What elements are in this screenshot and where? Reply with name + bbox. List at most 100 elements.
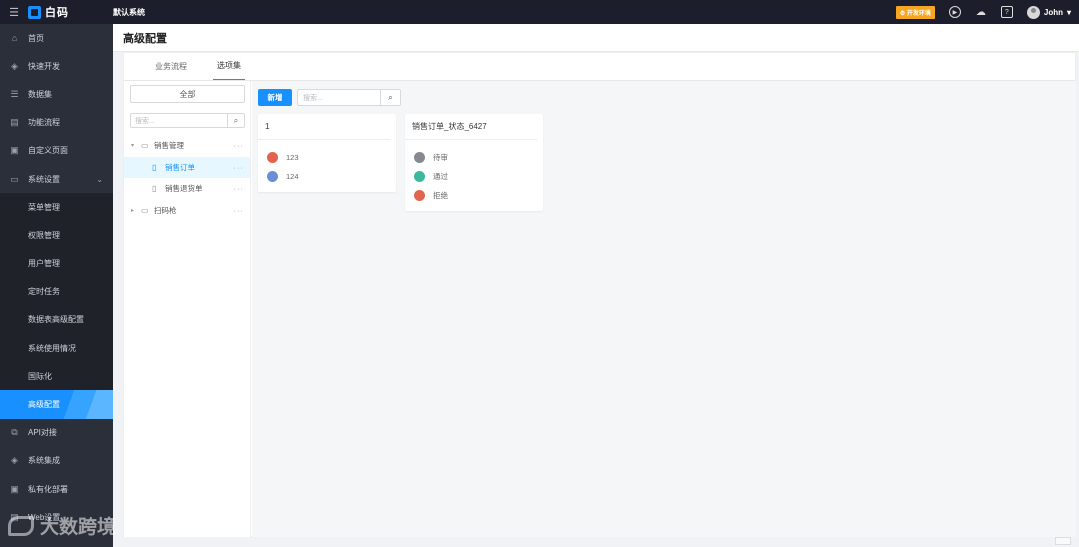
sidebar-item-label: 系统设置 bbox=[28, 174, 60, 184]
option-search: 搜索... ⌕ bbox=[297, 89, 401, 106]
option-search-input[interactable]: 搜索... bbox=[298, 93, 380, 103]
cloud-icon[interactable]: ☁ bbox=[975, 6, 987, 18]
integration-icon: ◈ bbox=[11, 455, 18, 466]
option-set-title: 销售订单_状态_6427 bbox=[405, 114, 537, 140]
menu-toggle-icon[interactable]: ☰ bbox=[0, 0, 28, 24]
color-dot bbox=[267, 152, 278, 163]
color-dot bbox=[267, 171, 278, 182]
sidebar-item-flow[interactable]: ▤ 功能流程 bbox=[0, 109, 113, 137]
option-item: 123 bbox=[267, 148, 396, 167]
sidebar-item-custom-page[interactable]: ▣ 自定义页面 bbox=[0, 137, 113, 165]
tab-bar: 业务流程 选项集 bbox=[124, 53, 1075, 81]
search-icon[interactable]: ⌕ bbox=[227, 114, 244, 127]
more-icon[interactable]: ··· bbox=[234, 163, 245, 172]
play-icon[interactable]: ▶ bbox=[948, 6, 961, 18]
file-icon: ▯ bbox=[152, 162, 157, 172]
home-icon: ⌂ bbox=[11, 33, 18, 44]
content-panel: 业务流程 选项集 全部 搜索... ⌕ ▾ ▭ 销售管理 ··· ▯ 销售订单 bbox=[123, 52, 1076, 537]
sidebar-item-label: 数据集 bbox=[28, 89, 52, 99]
logo-text: 白码 bbox=[45, 7, 69, 19]
add-button[interactable]: 新增 bbox=[258, 89, 292, 106]
sidebar-item-integration[interactable]: ◈ 系统集成 bbox=[0, 447, 113, 475]
folder-icon: ▭ bbox=[141, 205, 149, 215]
caret-right-icon[interactable]: ▸ bbox=[131, 207, 141, 214]
sidebar-item-label: 私有化部署 bbox=[28, 484, 68, 494]
folder-icon: ▭ bbox=[141, 141, 149, 151]
tab-business-flow[interactable]: 业务流程 bbox=[151, 52, 191, 80]
category-panel: 全部 搜索... ⌕ ▾ ▭ 销售管理 ··· ▯ 销售订单 ··· ▯ 销售退… bbox=[124, 81, 251, 537]
option-item: 拒绝 bbox=[414, 186, 543, 205]
sidebar-subitem-cron[interactable]: 定时任务 bbox=[0, 277, 113, 306]
app-name[interactable]: 默认系统 bbox=[113, 7, 145, 18]
sidebar-item-label: 系统集成 bbox=[28, 456, 60, 466]
main-area: 高级配置 业务流程 选项集 全部 搜索... ⌕ ▾ ▭ 销售管理 ··· ▯ … bbox=[113, 24, 1079, 547]
sidebar-subitem-usage[interactable]: 系统使用情况 bbox=[0, 334, 113, 363]
color-dot bbox=[414, 190, 425, 201]
env-badge[interactable]: ⚙ 开发环境 bbox=[895, 5, 935, 19]
cube-icon: ◈ bbox=[11, 60, 18, 71]
chevron-down-icon: ⌄ bbox=[96, 174, 103, 184]
watermark-text: 大数跨境 bbox=[40, 517, 117, 538]
sidebar-item-dataset[interactable]: ☰ 数据集 bbox=[0, 80, 113, 108]
color-dot bbox=[414, 171, 425, 182]
avatar bbox=[1026, 5, 1040, 19]
category-tree: ▾ ▭ 销售管理 ··· ▯ 销售订单 ··· ▯ 销售退货单 ··· ▸ ▭ … bbox=[124, 135, 250, 221]
sidebar-subitem-permission[interactable]: 权限管理 bbox=[0, 221, 113, 250]
sidebar-item-label: 自定义页面 bbox=[28, 146, 68, 156]
app-logo[interactable]: 白码 bbox=[28, 4, 113, 20]
option-set-panel: 新增 搜索... ⌕ 1 123 124 销售订单_状态_6427 待审 通过 … bbox=[252, 81, 1076, 537]
tree-folder-sales[interactable]: ▾ ▭ 销售管理 ··· bbox=[124, 135, 250, 157]
scroll-handle[interactable] bbox=[1055, 537, 1071, 545]
sidebar-subitem-i18n[interactable]: 国际化 bbox=[0, 362, 113, 391]
option-item: 待审 bbox=[414, 148, 543, 167]
sidebar-item-deploy[interactable]: ▣ 私有化部署 bbox=[0, 475, 113, 503]
sidebar-item-api[interactable]: ⧉ API对接 bbox=[0, 419, 113, 447]
tree-item-sales-order[interactable]: ▯ 销售订单 ··· bbox=[124, 156, 250, 178]
caret-down-icon[interactable]: ▾ bbox=[131, 142, 141, 149]
deploy-icon: ▣ bbox=[10, 483, 19, 494]
page-icon: ▣ bbox=[10, 145, 19, 156]
option-set-card[interactable]: 销售订单_状态_6427 待审 通过 拒绝 bbox=[405, 114, 543, 211]
sidebar-item-settings[interactable]: ▭ 系统设置 ⌄ bbox=[0, 165, 113, 193]
help-icon[interactable]: ? bbox=[1000, 6, 1013, 18]
sidebar-subitem-users[interactable]: 用户管理 bbox=[0, 249, 113, 278]
sidebar-subitem-advanced-config[interactable]: 高级配置 bbox=[0, 390, 113, 419]
file-icon: ▯ bbox=[152, 184, 157, 194]
top-bar: ☰ 白码 默认系统 ⚙ 开发环境 ▶ ☁ ? John ▾ bbox=[0, 0, 1079, 24]
sidebar-item-home[interactable]: ⌂ 首页 bbox=[0, 24, 113, 52]
more-icon[interactable]: ··· bbox=[234, 141, 245, 150]
tree-label: 销售订单 bbox=[165, 162, 195, 172]
more-icon[interactable]: ··· bbox=[234, 184, 245, 193]
tree-label: 销售管理 bbox=[154, 141, 184, 151]
tree-label: 销售退货单 bbox=[165, 184, 203, 194]
sidebar-item-quick-dev[interactable]: ◈ 快速开发 bbox=[0, 52, 113, 80]
api-icon: ⧉ bbox=[11, 427, 18, 438]
sidebar-item-label: 快速开发 bbox=[28, 61, 60, 71]
tree-folder-scanner[interactable]: ▸ ▭ 扫码枪 ··· bbox=[124, 200, 250, 222]
option-item: 124 bbox=[267, 167, 396, 186]
tab-option-sets[interactable]: 选项集 bbox=[213, 52, 245, 80]
color-dot bbox=[414, 152, 425, 163]
tree-item-sales-return[interactable]: ▯ 销售退货单 ··· bbox=[124, 178, 250, 200]
sidebar-item-label: 首页 bbox=[28, 33, 44, 43]
user-menu[interactable]: John ▾ bbox=[1026, 5, 1071, 19]
more-icon[interactable]: ··· bbox=[234, 206, 245, 215]
sidebar: ⌂ 首页 ◈ 快速开发 ☰ 数据集 ▤ 功能流程 ▣ 自定义页面 ▭ 系统设置 ⌄ 菜单管理 … bbox=[0, 24, 113, 547]
flow-icon: ▤ bbox=[10, 117, 19, 128]
tree-label: 扫码枪 bbox=[154, 205, 177, 215]
option-set-card[interactable]: 1 123 124 bbox=[258, 114, 396, 192]
category-search-input[interactable]: 搜索... bbox=[131, 116, 227, 126]
search-icon[interactable]: ⌕ bbox=[380, 90, 400, 105]
user-name: John bbox=[1043, 7, 1063, 17]
settings-icon: ▭ bbox=[10, 173, 19, 184]
logo-mark-icon bbox=[28, 5, 41, 19]
sidebar-subitem-table-config[interactable]: 数据表高级配置 bbox=[0, 305, 113, 335]
option-item: 通过 bbox=[414, 167, 543, 186]
category-search: 搜索... ⌕ bbox=[130, 113, 245, 128]
watermark-logo-icon bbox=[8, 515, 34, 536]
watermark: 大数跨境 bbox=[8, 512, 116, 539]
caret-down-icon: ▾ bbox=[1066, 7, 1071, 17]
sidebar-subitem-menu[interactable]: 菜单管理 bbox=[0, 193, 113, 222]
database-icon: ☰ bbox=[10, 88, 19, 99]
all-button[interactable]: 全部 bbox=[130, 85, 245, 103]
